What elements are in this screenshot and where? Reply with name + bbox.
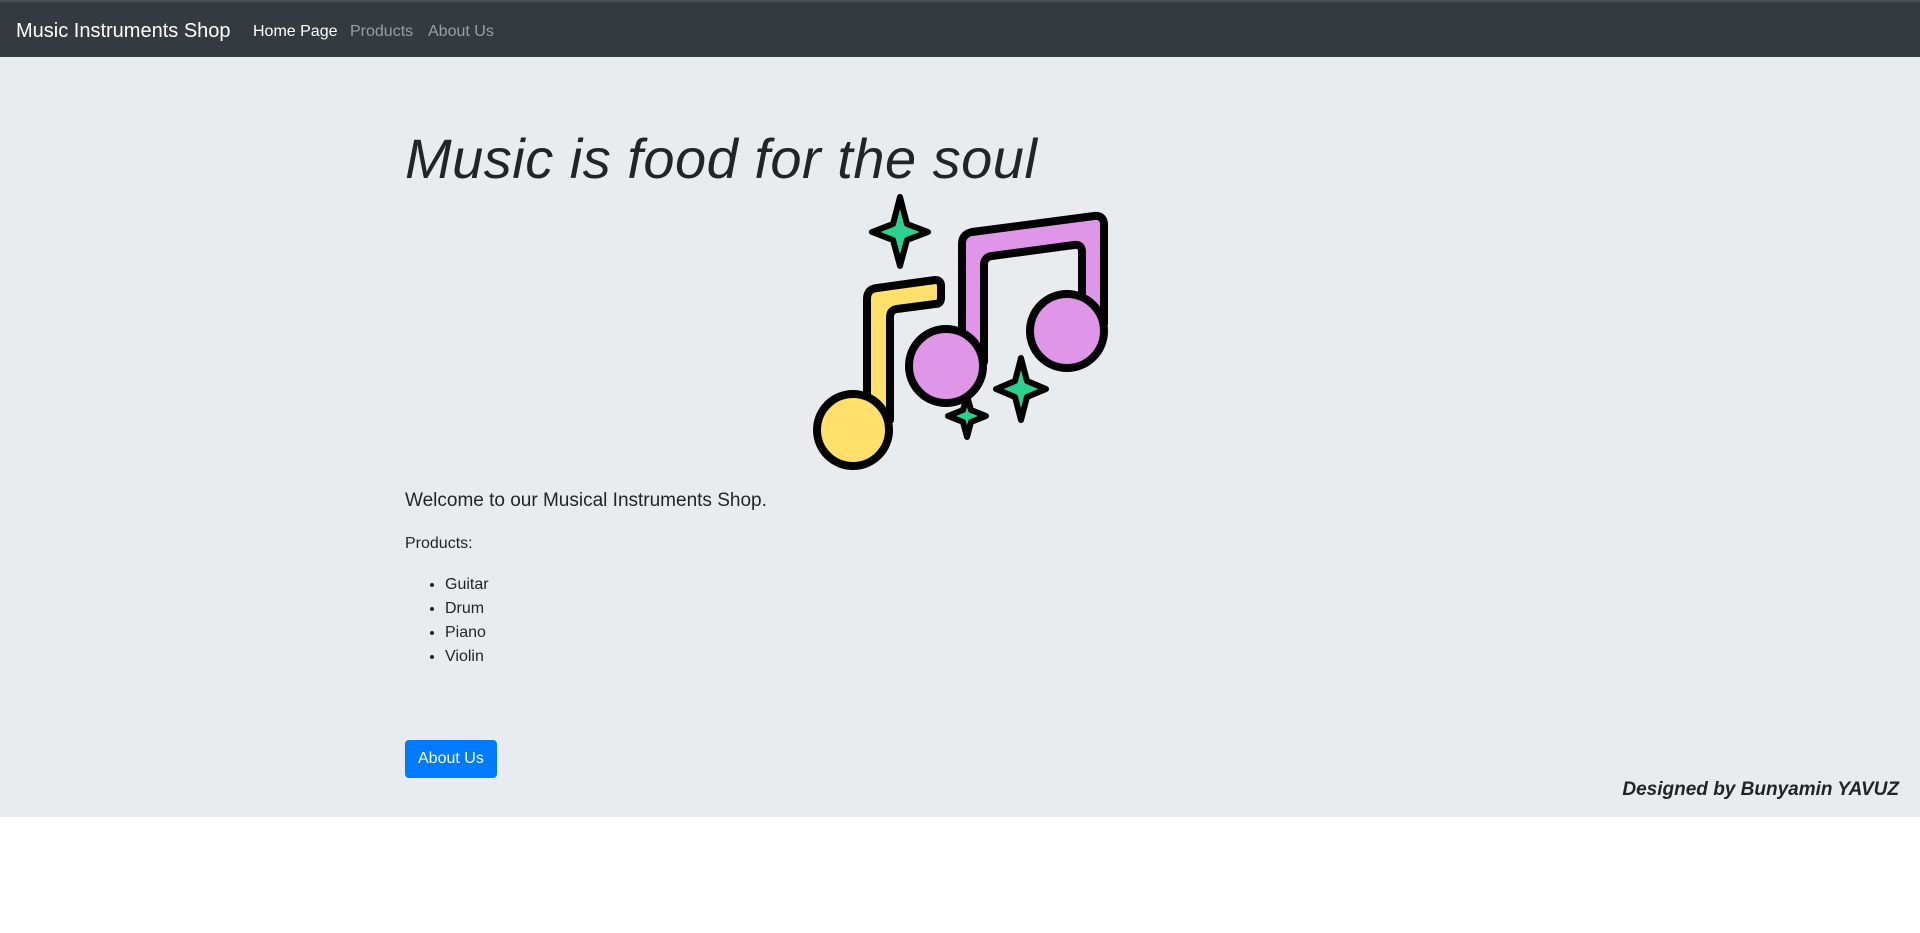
page-headline: Music is food for the soul	[405, 127, 1038, 190]
brand-link[interactable]: Music Instruments Shop	[16, 19, 231, 43]
nav-about-us[interactable]: About Us	[428, 22, 494, 41]
nav-home-page[interactable]: Home Page	[253, 22, 338, 41]
welcome-text: Welcome to our Musical Instruments Shop.	[405, 490, 767, 511]
about-us-button[interactable]: About Us	[405, 740, 497, 778]
nav-products[interactable]: Products	[350, 22, 413, 41]
hero-section: Music is food for the soul Welcome to ou…	[0, 57, 1920, 817]
designer-credit: Designed by Bunyamin YAVUZ	[1622, 779, 1899, 800]
sparkle-icon	[869, 194, 931, 269]
product-list: Guitar Drum Piano Violin	[405, 573, 489, 669]
top-navbar: Music Instruments Shop Home Page Product…	[0, 0, 1920, 57]
list-item: Guitar	[445, 573, 489, 597]
sparkle-icon	[993, 355, 1049, 423]
products-label: Products:	[405, 535, 473, 552]
music-notes-icon	[813, 194, 1108, 470]
list-item: Violin	[445, 645, 489, 669]
list-item: Piano	[445, 621, 489, 645]
list-item: Drum	[445, 597, 489, 621]
pink-note-icon	[905, 211, 1108, 407]
